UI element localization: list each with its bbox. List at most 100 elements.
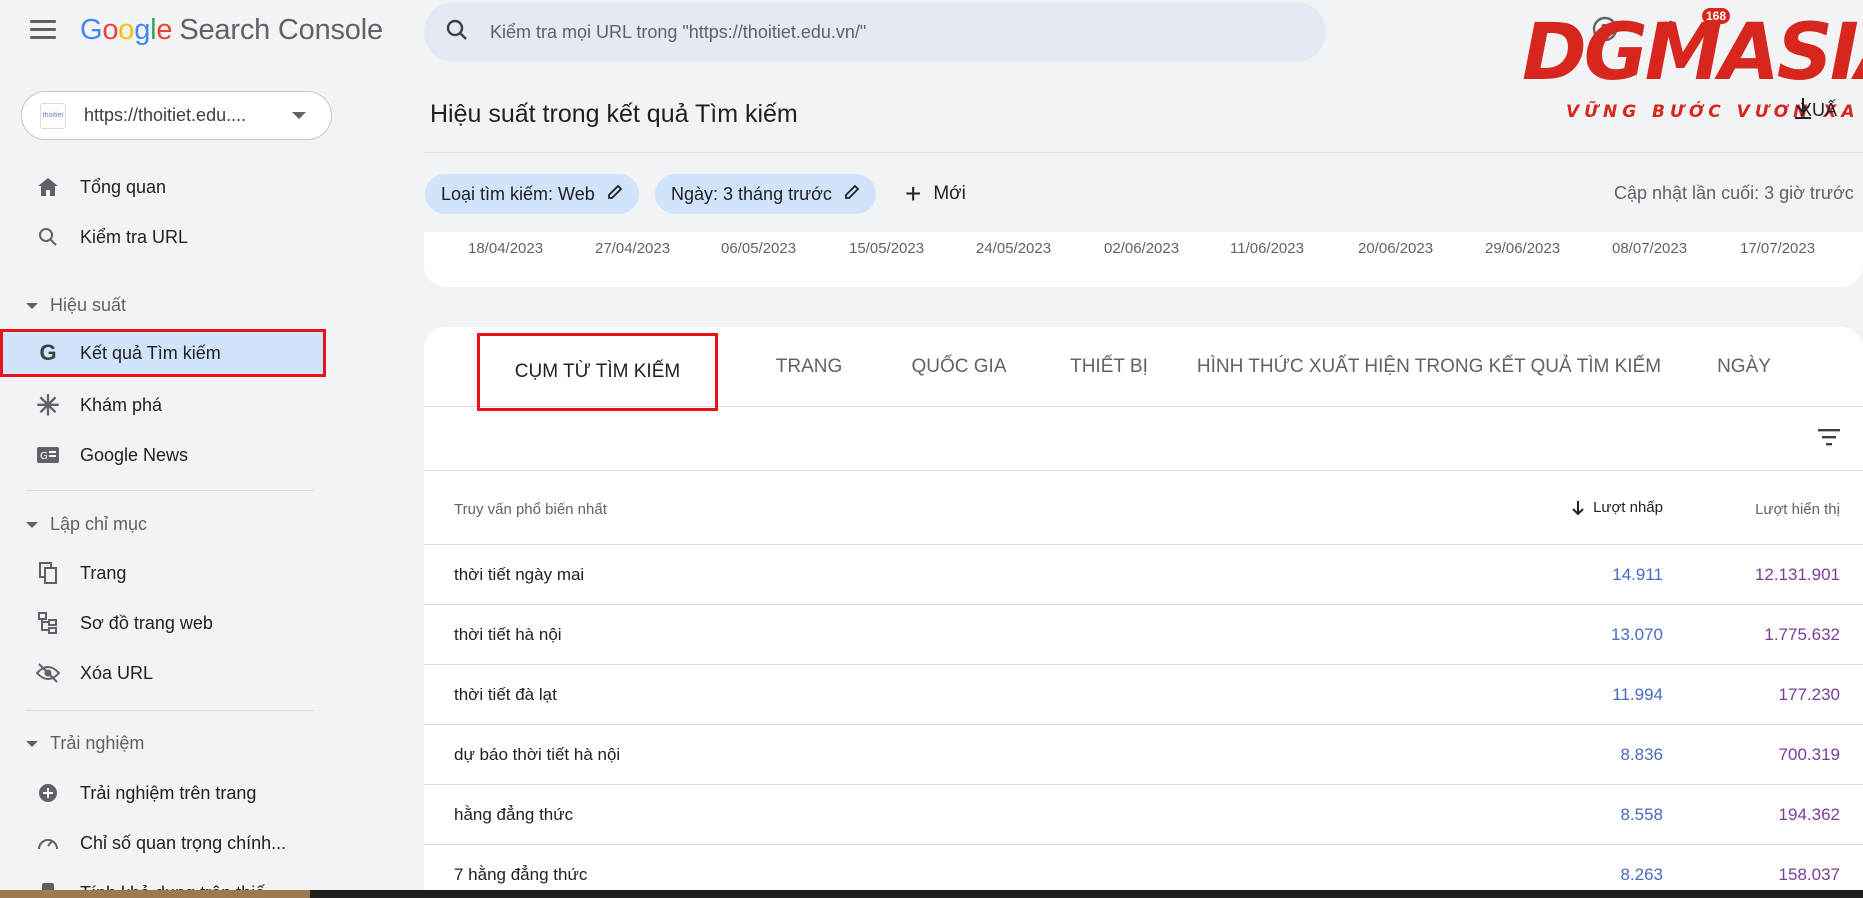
sidebar-item-discover[interactable]: ✳ Khám phá bbox=[0, 381, 326, 429]
asterisk-icon: ✳ bbox=[36, 389, 60, 421]
google-g-icon: G bbox=[39, 340, 57, 365]
query-cell: hằng đẳng thức bbox=[454, 805, 574, 824]
sidebar-item-core-web-vitals[interactable]: Chỉ số quan trọng chính... bbox=[0, 819, 326, 867]
x-tick-label: 18/04/2023 bbox=[468, 240, 544, 257]
sidebar-item-label: Trải nghiệm trên trang bbox=[80, 782, 257, 803]
clicks-cell: 8.263 bbox=[1620, 865, 1663, 884]
section-experience[interactable]: Trải nghiệm bbox=[26, 733, 144, 754]
clicks-cell: 13.070 bbox=[1611, 625, 1663, 644]
tab-pages[interactable]: TRANG bbox=[749, 327, 869, 407]
caret-down-icon bbox=[26, 740, 38, 747]
sidebar-item-label: Trang bbox=[80, 562, 127, 583]
x-tick-label: 06/05/2023 bbox=[721, 240, 797, 257]
sidebar-item-removals[interactable]: Xóa URL bbox=[0, 649, 326, 697]
clicks-cell: 14.911 bbox=[1612, 565, 1663, 584]
query-cell: thời tiết đà lạt bbox=[454, 685, 557, 704]
query-cell: 7 hằng đẳng thức bbox=[454, 865, 588, 884]
x-tick-label: 02/06/2023 bbox=[1104, 240, 1180, 257]
export-button[interactable]: XUẤ bbox=[1800, 100, 1837, 121]
clicks-cell: 8.836 bbox=[1620, 745, 1663, 764]
x-tick-label: 24/05/2023 bbox=[976, 240, 1052, 257]
table-toolbar bbox=[424, 407, 1863, 471]
url-inspect-search[interactable]: Kiểm tra mọi URL trong "https://thoitiet… bbox=[424, 2, 1326, 62]
query-cell: dự báo thời tiết hà nội bbox=[454, 745, 621, 764]
table-row[interactable]: thời tiết đà lạt 11.994 177.230 bbox=[424, 665, 1863, 725]
clicks-cell: 11.994 bbox=[1612, 685, 1663, 704]
impressions-cell: 158.037 bbox=[1778, 865, 1840, 884]
impressions-cell: 700.319 bbox=[1778, 745, 1840, 764]
x-tick-label: 20/06/2023 bbox=[1358, 240, 1434, 257]
caret-down-icon bbox=[26, 302, 38, 309]
x-tick-label: 11/06/2023 bbox=[1230, 240, 1304, 257]
sidebar-item-label: Chỉ số quan trọng chính... bbox=[80, 832, 287, 853]
property-favicon: thoitiet bbox=[40, 102, 66, 129]
impressions-cell: 12.131.901 bbox=[1754, 565, 1840, 584]
sidebar: Google Search Console thoitiet https://th… bbox=[0, 0, 400, 898]
table-header: Truy vấn phổ biến nhất Lượt nhấp Lượt hi… bbox=[424, 471, 1863, 545]
divider bbox=[26, 490, 314, 491]
sitemap-icon bbox=[36, 611, 60, 635]
filter-icon[interactable] bbox=[1817, 427, 1841, 451]
column-header-impressions[interactable]: Lượt hiển thị bbox=[1755, 501, 1840, 518]
tab-devices[interactable]: THIẾT BỊ bbox=[1049, 327, 1169, 407]
app-logo[interactable]: Google Search Console bbox=[80, 14, 383, 47]
plus-circle-icon bbox=[36, 781, 60, 805]
last-updated-text: Cập nhật lần cuối: 3 giờ trước bbox=[1614, 183, 1854, 203]
sidebar-item-overview[interactable]: Tổng quan bbox=[0, 163, 326, 211]
page-title: Hiệu suất trong kết quả Tìm kiếm bbox=[430, 100, 798, 128]
divider bbox=[424, 152, 1863, 153]
divider bbox=[26, 710, 314, 711]
add-filter-button[interactable]: + Mới bbox=[905, 174, 966, 214]
column-header-query: Truy vấn phổ biến nhất bbox=[454, 501, 607, 518]
section-indexing[interactable]: Lập chỉ mục bbox=[26, 514, 147, 535]
query-cell: thời tiết hà nội bbox=[454, 625, 562, 644]
sidebar-item-search-results[interactable]: G Kết quả Tìm kiếm bbox=[0, 329, 326, 377]
sidebar-item-page-experience[interactable]: Trải nghiệm trên trang bbox=[0, 769, 326, 817]
section-performance[interactable]: Hiệu suất bbox=[26, 295, 126, 316]
sidebar-item-label: Kiểm tra URL bbox=[80, 226, 189, 247]
x-tick-label: 27/04/2023 bbox=[595, 240, 671, 257]
sidebar-item-url-inspection[interactable]: Kiểm tra URL bbox=[0, 213, 326, 261]
taskbar-strip bbox=[0, 890, 1863, 898]
caret-down-icon bbox=[26, 521, 38, 528]
sidebar-item-sitemaps[interactable]: Sơ đồ trang web bbox=[0, 599, 326, 647]
table-row[interactable]: thời tiết ngày mai 14.911 12.131.901 bbox=[424, 545, 1863, 605]
home-icon bbox=[36, 175, 60, 199]
sidebar-item-label: Kết quả Tìm kiếm bbox=[80, 342, 221, 363]
search-icon bbox=[446, 19, 468, 46]
impressions-cell: 194.362 bbox=[1778, 805, 1840, 824]
filter-chip-date[interactable]: Ngày: 3 tháng trước bbox=[655, 174, 876, 214]
chevron-down-icon bbox=[292, 112, 306, 119]
sidebar-item-label: Xóa URL bbox=[80, 662, 154, 683]
property-url: https://thoitiet.edu.... bbox=[84, 105, 247, 125]
sidebar-item-label: Tổng quan bbox=[80, 176, 167, 197]
property-selector[interactable]: thoitiet https://thoitiet.edu.... bbox=[21, 91, 332, 140]
filter-chip-search-type[interactable]: Loại tìm kiếm: Web bbox=[425, 174, 639, 214]
sidebar-item-pages[interactable]: Trang bbox=[0, 549, 326, 597]
news-icon: G bbox=[36, 443, 60, 467]
clicks-cell: 8.558 bbox=[1620, 805, 1663, 824]
table-row[interactable]: hằng đẳng thức 8.558 194.362 bbox=[424, 785, 1863, 845]
sidebar-item-label: Sơ đồ trang web bbox=[80, 612, 213, 633]
table-row[interactable]: thời tiết hà nội 13.070 1.775.632 bbox=[424, 605, 1863, 665]
edit-icon bbox=[607, 184, 623, 205]
x-tick-label: 17/07/2023 bbox=[1740, 240, 1816, 257]
x-tick-label: 08/07/2023 bbox=[1612, 240, 1688, 257]
visibility-off-icon bbox=[36, 661, 60, 685]
menu-icon[interactable] bbox=[30, 20, 56, 44]
sidebar-item-label: Khám phá bbox=[80, 394, 163, 415]
tab-search-appearance[interactable]: HÌNH THỨC XUẤT HIỆN TRONG KẾT QUẢ TÌM KI… bbox=[1194, 327, 1664, 407]
tab-queries[interactable]: CỤM TỪ TÌM KIẾM bbox=[477, 333, 718, 411]
watermark-brand: DGMASIA bbox=[1522, 8, 1863, 98]
table-row[interactable]: dự báo thời tiết hà nội 8.836 700.319 bbox=[424, 725, 1863, 785]
impressions-cell: 177.230 bbox=[1778, 685, 1840, 704]
watermark-badge: 168 bbox=[1702, 8, 1731, 24]
sidebar-item-google-news[interactable]: G Google News bbox=[0, 431, 326, 479]
sidebar-item-label: Google News bbox=[80, 444, 189, 465]
tab-countries[interactable]: QUỐC GIA bbox=[889, 327, 1029, 407]
search-input[interactable]: Kiểm tra mọi URL trong "https://thoitiet… bbox=[490, 22, 866, 43]
arrow-down-icon bbox=[1571, 500, 1585, 516]
tab-dates[interactable]: NGÀY bbox=[1684, 327, 1804, 407]
search-icon bbox=[36, 225, 60, 249]
column-header-clicks[interactable]: Lượt nhấp bbox=[1571, 499, 1663, 516]
